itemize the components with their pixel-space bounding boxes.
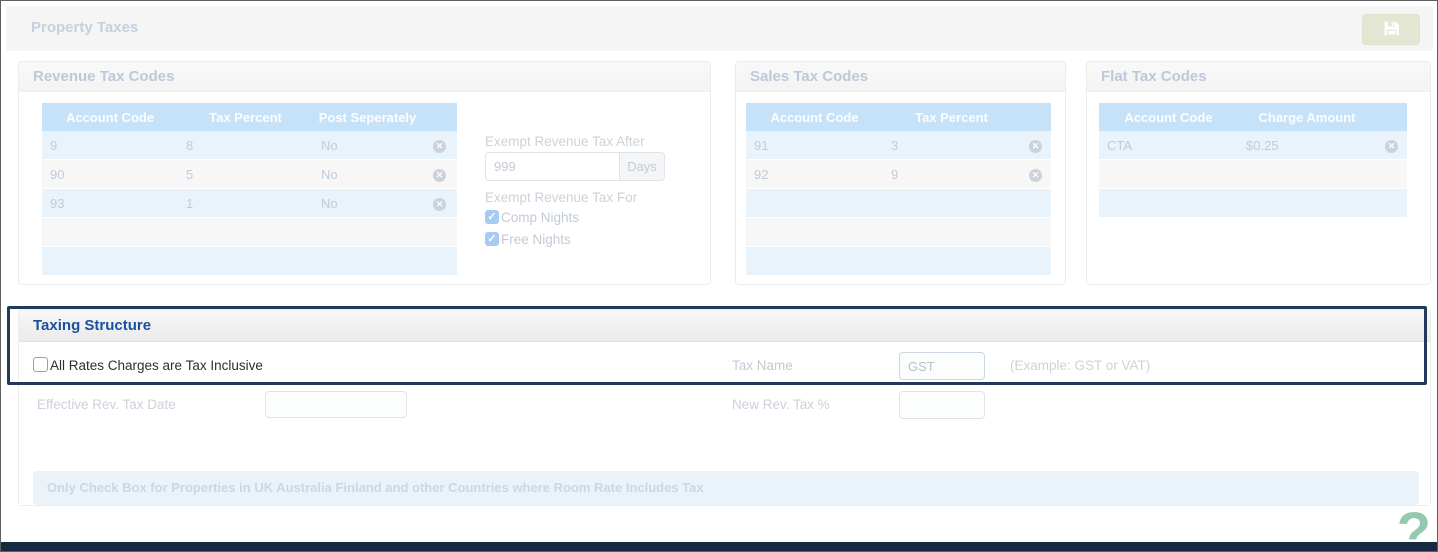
table-row-empty: [746, 247, 1051, 276]
sales-tax-table: Account Code Tax Percent 91 3 ✕ 92 9 ✕: [746, 103, 1051, 276]
table-row-empty: [746, 189, 1051, 218]
free-nights-row: ✓ Free Nights: [485, 231, 571, 247]
delete-row-icon[interactable]: ✕: [433, 140, 446, 153]
revenue-panel-title: Revenue Tax Codes: [19, 62, 710, 92]
days-addon-button[interactable]: Days: [619, 152, 665, 181]
tax-inclusive-info-box: Only Check Box for Properties in UK Aust…: [33, 471, 1419, 505]
save-button[interactable]: [1362, 14, 1420, 45]
table-row: 91 3 ✕: [746, 131, 1051, 160]
comp-nights-row: ✓ Comp Nights: [485, 209, 579, 225]
comp-nights-checkbox[interactable]: ✓: [485, 210, 499, 224]
taxing-structure-panel: Taxing Structure All Rates Charges are T…: [18, 309, 1431, 506]
page-title: Property Taxes: [31, 19, 138, 36]
new-tax-label: New Rev. Tax %: [732, 397, 830, 412]
free-nights-checkbox[interactable]: ✓: [485, 232, 499, 246]
app-window: Property Taxes Revenue Tax Codes Acc: [0, 0, 1438, 552]
table-row-empty: [42, 218, 457, 247]
delete-row-icon[interactable]: ✕: [1029, 169, 1042, 182]
effective-date-input[interactable]: [265, 391, 407, 418]
delete-row-icon[interactable]: ✕: [1385, 140, 1398, 153]
taxing-structure-title: Taxing Structure: [19, 310, 1430, 342]
table-row-empty: [1099, 189, 1407, 218]
sales-panel-title: Sales Tax Codes: [736, 62, 1065, 92]
flat-tax-table: Account Code Charge Amount CTA $0.25 ✕: [1099, 103, 1407, 218]
page-header-bar: Property Taxes: [6, 6, 1433, 51]
exempt-after-input-group: Days: [485, 152, 665, 181]
save-floppy-icon: [1383, 20, 1400, 40]
comp-nights-label: Comp Nights: [501, 210, 579, 225]
table-row-empty: [42, 247, 457, 276]
free-nights-label: Free Nights: [501, 232, 571, 247]
delete-row-icon[interactable]: ✕: [433, 198, 446, 211]
exempt-for-label: Exempt Revenue Tax For: [485, 190, 637, 205]
table-row: 90 5 No ✕: [42, 160, 457, 189]
new-tax-input[interactable]: [899, 391, 985, 419]
table-row-empty: [1099, 160, 1407, 189]
sales-tax-codes-panel: Sales Tax Codes Account Code Tax Percent…: [735, 61, 1066, 285]
revenue-tax-codes-panel: Revenue Tax Codes Account Code Tax Perce…: [18, 61, 711, 285]
flat-panel-title: Flat Tax Codes: [1087, 62, 1430, 92]
table-row: 93 1 No ✕: [42, 189, 457, 218]
delete-row-icon[interactable]: ✕: [433, 169, 446, 182]
table-row: 92 9 ✕: [746, 160, 1051, 189]
exempt-after-input[interactable]: [485, 152, 619, 181]
table-header-row: Account Code Charge Amount: [1099, 103, 1407, 131]
tax-name-label: Tax Name: [732, 358, 793, 373]
table-row: CTA $0.25 ✕: [1099, 131, 1407, 160]
table-header-row: Account Code Tax Percent Post Seperately: [42, 103, 457, 131]
tax-inclusive-label: All Rates Charges are Tax Inclusive: [50, 358, 263, 373]
tax-name-input[interactable]: [899, 352, 985, 380]
table-row-empty: [746, 218, 1051, 247]
exempt-after-label: Exempt Revenue Tax After: [485, 134, 645, 149]
revenue-tax-table: Account Code Tax Percent Post Seperately…: [42, 103, 457, 276]
flat-tax-codes-panel: Flat Tax Codes Account Code Charge Amoun…: [1086, 61, 1431, 285]
table-header-row: Account Code Tax Percent: [746, 103, 1051, 131]
tax-name-hint: (Example: GST or VAT): [1010, 358, 1150, 373]
effective-date-label: Effective Rev. Tax Date: [37, 397, 176, 412]
tax-inclusive-checkbox[interactable]: [33, 357, 48, 372]
delete-row-icon[interactable]: ✕: [1029, 140, 1042, 153]
table-row: 9 8 No ✕: [42, 131, 457, 160]
footer-bar: [1, 542, 1437, 551]
